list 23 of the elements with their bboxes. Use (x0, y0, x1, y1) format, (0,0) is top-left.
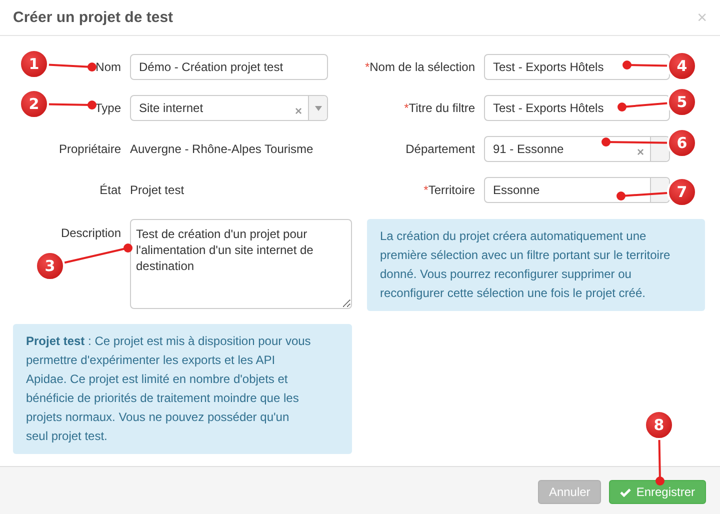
type-select[interactable]: Site internet × (130, 95, 328, 121)
field-label: *Territoire (424, 183, 475, 197)
description-field[interactable]: Test de création d'un projet pour l'alimentation d'un site internet de destination (130, 219, 352, 309)
field-value: Projet test (130, 182, 184, 199)
text-field[interactable]: Test - Exports Hôtels (484, 54, 670, 80)
check-icon (620, 488, 632, 496)
field-label: Nom (96, 60, 121, 74)
name-field[interactable]: Démo - Création projet test (130, 54, 328, 80)
info-box: Projet test : Ce projet est mis à disposition pour vous permettre d'expérimenter les exports et les API Apidae. Ce projet est limité en nombre d'objets et bénéficie de priorités de traitement moindre que les projets normaux. Vous ne pouvez posséder qu'un seul projet test. (13, 324, 352, 454)
field-value: Auvergne - Rhône-Alpes Tourisme (130, 141, 314, 158)
field-label: Propriétaire (58, 142, 121, 156)
caret-icon[interactable] (314, 106, 322, 110)
field-label: Département (406, 142, 475, 156)
select-field[interactable]: Essonne (484, 177, 670, 203)
info-box: La création du projet créera automatiquement une première sélection avec un filtre portant sur le territoire donné. Vous pourrez reconfigurer supprimer ou reconfigurer cette sélection une fois le projet créé. (367, 219, 705, 311)
field-label: Description (60, 226, 121, 240)
field-label: Type (94, 101, 121, 115)
dialog-title: Créer un projet de test (13, 9, 174, 26)
field-label: *Titre du filtre (404, 101, 475, 115)
field-label: État (100, 183, 121, 197)
text-field[interactable]: Test - Exports Hôtels (484, 95, 670, 121)
field-label: *Nom de la sélection (364, 60, 475, 74)
select-field[interactable]: 91 - Essonne × (484, 136, 670, 162)
